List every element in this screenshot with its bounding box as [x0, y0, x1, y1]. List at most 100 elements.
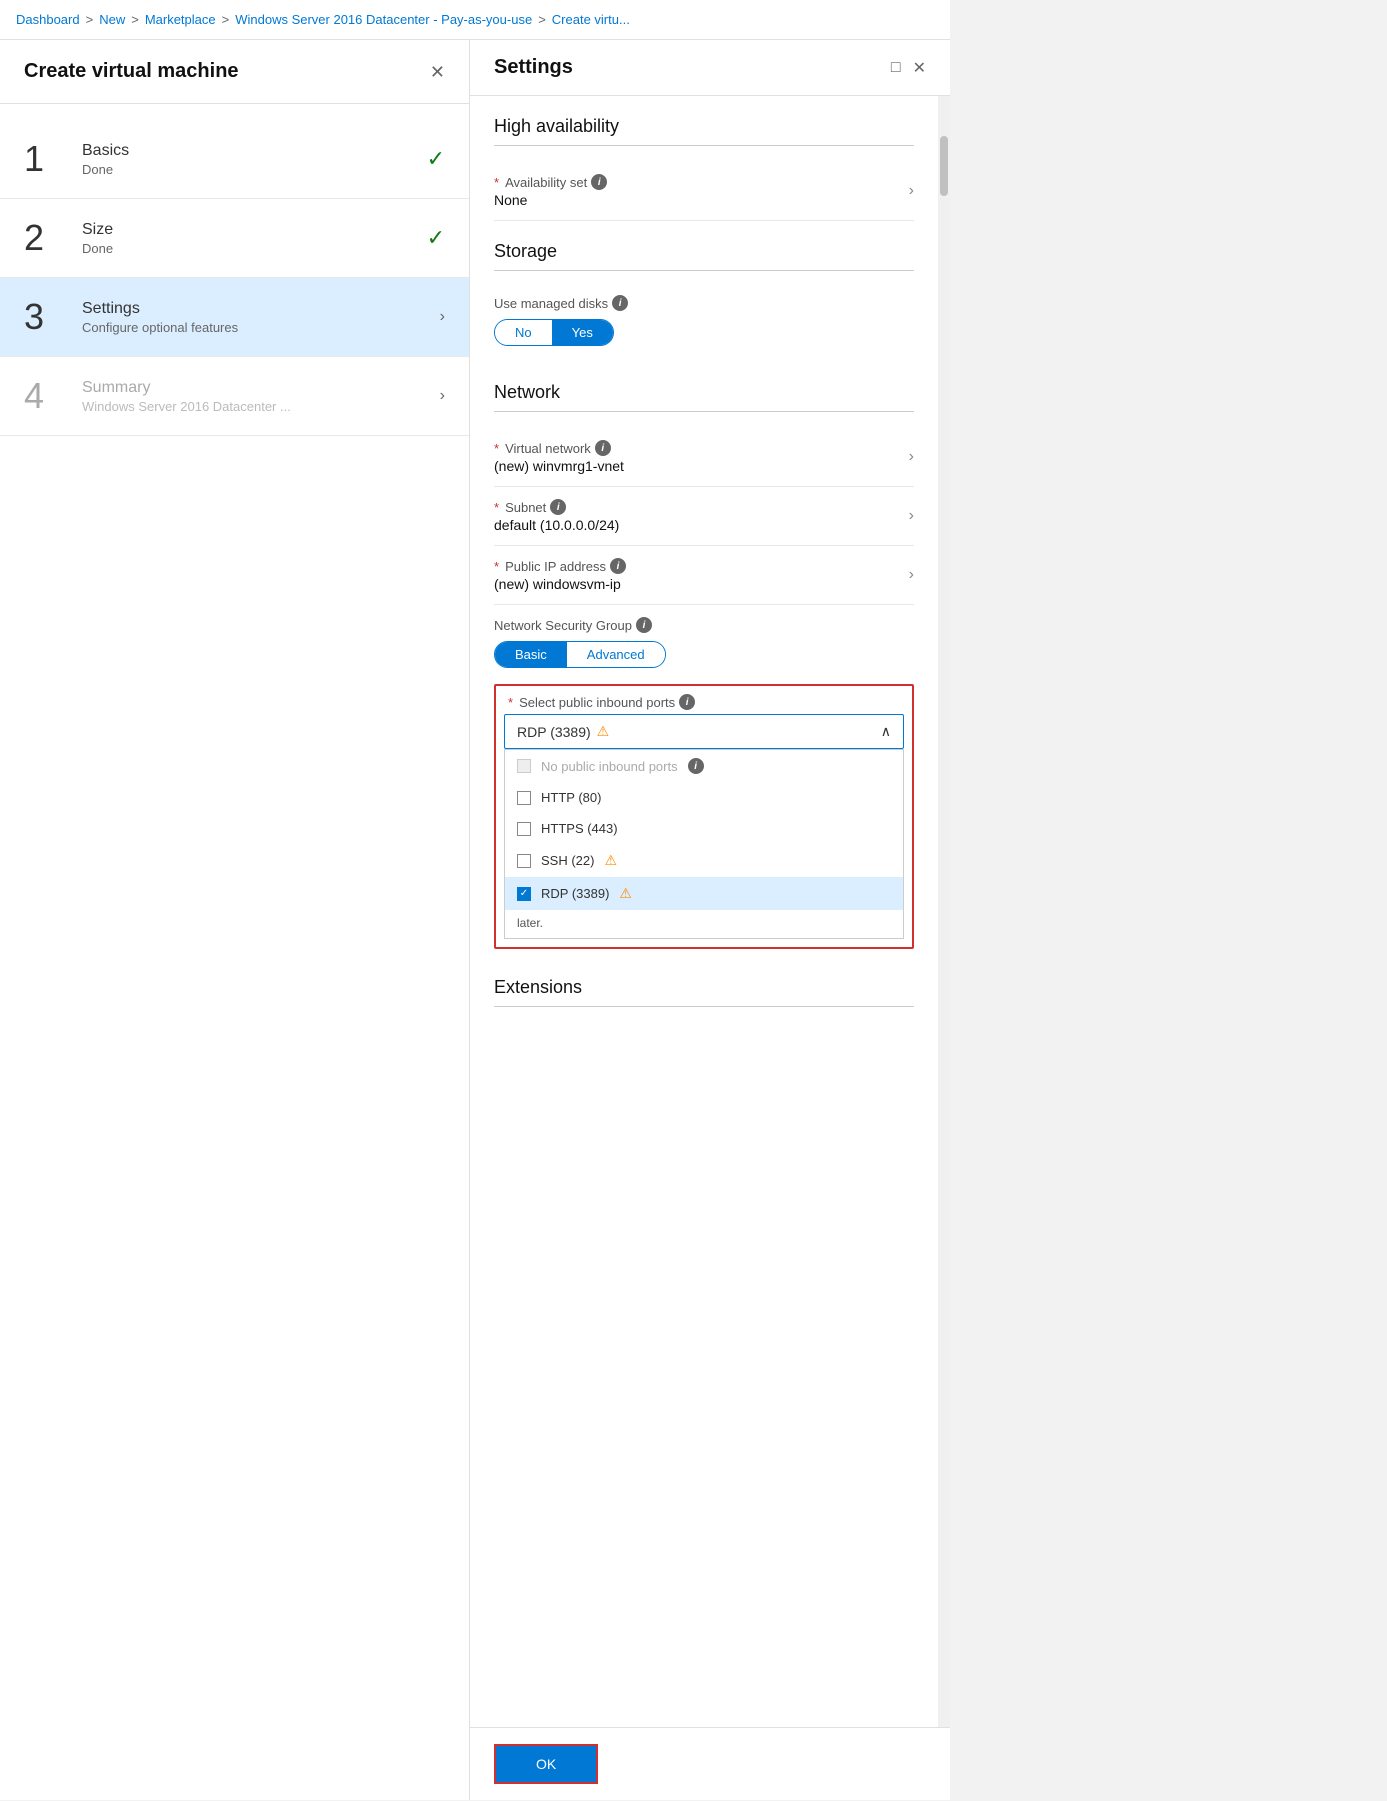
public-ip-info-icon[interactable]: i: [610, 558, 626, 574]
right-panel: Settings □ ✕ High availability * Availab…: [470, 40, 950, 1800]
step-2-number: 2: [24, 217, 74, 259]
public-ip-label: * Public IP address i: [494, 558, 909, 574]
managed-disks-info-icon[interactable]: i: [612, 295, 628, 311]
dropdown-chevron-up: ∧: [881, 723, 891, 740]
subnet-field[interactable]: * Subnet i default (10.0.0.0/24) ›: [494, 487, 914, 546]
step-3-sub: Configure optional features: [82, 320, 432, 335]
port-option-http[interactable]: HTTP (80): [505, 782, 903, 813]
subnet-label: * Subnet i: [494, 499, 909, 515]
step-2[interactable]: 2 Size Done ✓: [0, 199, 469, 278]
inbound-ports-info-icon[interactable]: i: [679, 694, 695, 710]
dropdown-trigger-text: RDP (3389) ⚠: [517, 723, 609, 740]
settings-header-buttons: □ ✕: [891, 58, 926, 78]
public-ip-left: * Public IP address i (new) windowsvm-ip: [494, 558, 909, 592]
dropdown-warning-icon: ⚠: [597, 723, 610, 740]
breadcrumb-new[interactable]: New: [99, 12, 125, 27]
nsg-advanced-btn[interactable]: Advanced: [567, 642, 665, 667]
availability-set-info-icon[interactable]: i: [591, 174, 607, 190]
step-4-sub: Windows Server 2016 Datacenter ...: [82, 399, 432, 414]
availability-set-left: * Availability set i None: [494, 174, 909, 208]
dropdown-selected-text: RDP (3389): [517, 724, 591, 740]
public-ip-field[interactable]: * Public IP address i (new) windowsvm-ip…: [494, 546, 914, 605]
breadcrumb-sep-1: >: [86, 12, 94, 27]
subnet-info-icon[interactable]: i: [550, 499, 566, 515]
breadcrumb-marketplace[interactable]: Marketplace: [145, 12, 216, 27]
step-4-info: Summary Windows Server 2016 Datacenter .…: [82, 379, 432, 414]
inbound-ports-section: * Select public inbound ports i RDP (338…: [494, 684, 914, 949]
chevron-icon-3: ›: [440, 308, 445, 326]
maximize-button[interactable]: □: [891, 59, 901, 77]
step-1-number: 1: [24, 138, 74, 180]
port-option-no-ports[interactable]: No public inbound ports i: [505, 750, 903, 782]
left-panel: Create virtual machine ✕ 1 Basics Done ✓…: [0, 40, 470, 1800]
checkbox-https: [517, 822, 531, 836]
chevron-icon-4: ›: [440, 387, 445, 405]
nsg-basic-btn[interactable]: Basic: [495, 642, 567, 667]
vnet-required-star: *: [494, 441, 499, 456]
step-3-number: 3: [24, 296, 74, 338]
virtual-network-left: * Virtual network i (new) winvmrg1-vnet: [494, 440, 909, 474]
required-star: *: [494, 175, 499, 190]
virtual-network-field[interactable]: * Virtual network i (new) winvmrg1-vnet …: [494, 428, 914, 487]
checkbox-ssh: [517, 854, 531, 868]
virtual-network-label: * Virtual network i: [494, 440, 909, 456]
port-option-rdp[interactable]: ✓ RDP (3389) ⚠: [505, 877, 903, 910]
step-1-name: Basics: [82, 142, 419, 160]
checkbox-no-ports: [517, 759, 531, 773]
subnet-required-star: *: [494, 500, 499, 515]
breadcrumb-sep-2: >: [131, 12, 139, 27]
managed-disks-yes-btn[interactable]: Yes: [552, 320, 613, 345]
ssh-warning-icon: ⚠: [604, 852, 617, 869]
step-3-name: Settings: [82, 300, 432, 318]
extensions-section-title: Extensions: [494, 961, 914, 1007]
breadcrumb: Dashboard > New > Marketplace > Windows …: [0, 0, 950, 40]
port-option-https[interactable]: HTTPS (443): [505, 813, 903, 844]
step-4[interactable]: 4 Summary Windows Server 2016 Datacenter…: [0, 357, 469, 436]
settings-title: Settings: [494, 56, 573, 79]
subnet-left: * Subnet i default (10.0.0.0/24): [494, 499, 909, 533]
settings-header: Settings □ ✕: [470, 40, 950, 96]
managed-disks-no-btn[interactable]: No: [495, 320, 552, 345]
subnet-chevron: ›: [909, 507, 914, 525]
network-section-title: Network: [494, 362, 914, 412]
check-icon-2: ✓: [427, 225, 445, 251]
step-1-info: Basics Done: [82, 142, 419, 177]
scrollbar[interactable]: [938, 96, 950, 1727]
rdp-warning-icon: ⚠: [619, 885, 632, 902]
step-1[interactable]: 1 Basics Done ✓: [0, 120, 469, 199]
ok-button[interactable]: OK: [494, 1744, 598, 1784]
nsg-field: Network Security Group i Basic Advanced: [494, 605, 914, 672]
panel-header: Create virtual machine ✕: [0, 40, 469, 104]
close-button[interactable]: ✕: [430, 63, 445, 81]
breadcrumb-current[interactable]: Create virtu...: [552, 12, 630, 27]
step-list: 1 Basics Done ✓ 2 Size Done ✓ 3: [0, 104, 469, 452]
breadcrumb-sep-4: >: [538, 12, 546, 27]
nsg-label: Network Security Group i: [494, 617, 914, 633]
settings-close-button[interactable]: ✕: [913, 58, 926, 78]
breadcrumb-dashboard[interactable]: Dashboard: [16, 12, 80, 27]
inbound-ports-dropdown-list: No public inbound ports i HTTP (80) HTTP…: [504, 749, 904, 939]
high-availability-section-title: High availability: [494, 96, 914, 146]
virtual-network-info-icon[interactable]: i: [595, 440, 611, 456]
bottom-bar: OK: [470, 1727, 950, 1800]
availability-set-field[interactable]: * Availability set i None ›: [494, 162, 914, 221]
nsg-info-icon[interactable]: i: [636, 617, 652, 633]
step-2-sub: Done: [82, 241, 419, 256]
breadcrumb-sep-3: >: [222, 12, 230, 27]
port-option-ssh[interactable]: SSH (22) ⚠: [505, 844, 903, 877]
breadcrumb-product[interactable]: Windows Server 2016 Datacenter - Pay-as-…: [235, 12, 532, 27]
step-2-name: Size: [82, 221, 419, 239]
scrollbar-thumb: [940, 136, 948, 196]
nsg-toggle: Basic Advanced: [494, 641, 666, 668]
subnet-value: default (10.0.0.0/24): [494, 517, 909, 533]
step-2-info: Size Done: [82, 221, 419, 256]
step-3[interactable]: 3 Settings Configure optional features ›: [0, 278, 469, 357]
availability-set-value: None: [494, 192, 909, 208]
managed-disks-field: Use managed disks i No Yes: [494, 287, 914, 362]
check-icon-1: ✓: [427, 146, 445, 172]
managed-disks-toggle: No Yes: [494, 319, 614, 346]
settings-body: High availability * Availability set i N…: [470, 96, 938, 1727]
vnet-chevron: ›: [909, 448, 914, 466]
inbound-ports-dropdown-trigger[interactable]: RDP (3389) ⚠ ∧: [504, 714, 904, 749]
no-ports-info-icon[interactable]: i: [688, 758, 704, 774]
